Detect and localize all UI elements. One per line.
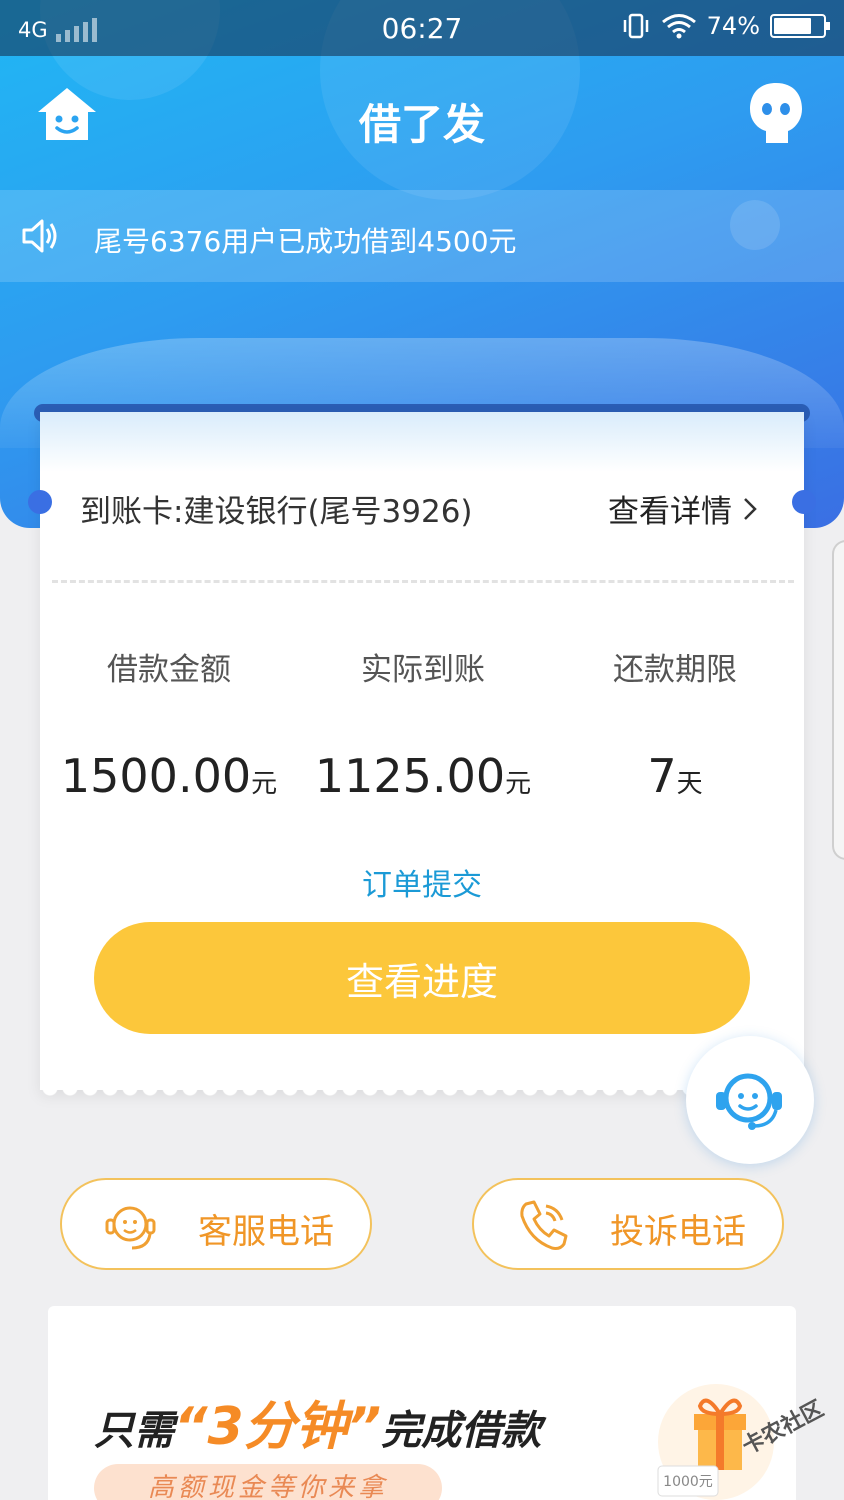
repayment-term-column: 还款期限 7天 — [548, 644, 802, 803]
nav-bar: 借了发 — [0, 56, 844, 176]
notice-bar: 尾号6376用户已成功借到4500元 — [0, 190, 844, 282]
page-title: 借了发 — [358, 100, 485, 149]
notice-text: 尾号6376用户已成功借到4500元 — [94, 225, 517, 258]
actual-amount-column: 实际到账 1125.00元 — [296, 644, 550, 803]
view-details-label: 查看详情 — [608, 494, 732, 530]
ticket-notch — [28, 490, 52, 514]
phone-icon — [520, 1200, 568, 1250]
floating-service-button[interactable] — [686, 1036, 814, 1164]
customer-service-icon — [105, 1206, 156, 1250]
wifi-icon — [661, 14, 696, 39]
speaker-icon — [22, 219, 57, 253]
battery-percent: 74% — [706, 12, 760, 40]
loan-amount-label: 借款金额 — [107, 652, 231, 688]
loan-amount-column: 借款金额 1500.00元 — [42, 644, 296, 803]
complaint-phone-button[interactable]: 投诉电话 — [472, 1178, 784, 1270]
repayment-term-value: 7天 — [647, 749, 703, 803]
gift-money-label: 1000元 — [663, 1474, 713, 1490]
robot-icon — [750, 83, 802, 143]
ticket-notch — [792, 490, 816, 514]
loan-amount-value: 1500.00元 — [60, 749, 278, 803]
status-bar: 4G 06:27 74% — [0, 0, 844, 56]
service-phone-button[interactable]: 客服电话 — [60, 1178, 372, 1270]
loan-card: 到账卡:建设银行(尾号3926) 查看详情 借款金额 1500.00元 实际到账… — [28, 412, 816, 1100]
actual-amount-label: 实际到账 — [361, 652, 485, 688]
customer-service-icon — [716, 1073, 782, 1130]
assistant-button[interactable] — [748, 81, 804, 147]
status-right: 74% — [621, 12, 830, 40]
promo-subtitle: 高额现金等你来拿 — [94, 1464, 442, 1500]
chevron-right-icon — [744, 497, 757, 520]
service-phone-label: 客服电话 — [198, 1212, 334, 1252]
receiving-card-label: 到账卡:建设银行(尾号3926) — [80, 494, 473, 530]
promo-headline: 只需“3分钟”完成借款 — [94, 1397, 542, 1457]
vibrate-icon — [623, 13, 648, 39]
promo-banner[interactable]: 只需“3分钟”完成借款 高额现金等你来拿 1000元 — [48, 1306, 796, 1500]
battery-icon — [770, 14, 830, 38]
view-progress-button[interactable]: 查看进度 — [94, 922, 750, 1034]
repayment-term-label: 还款期限 — [613, 652, 737, 688]
actual-amount-value: 1125.00元 — [314, 749, 532, 803]
side-edge-handle[interactable] — [832, 540, 844, 860]
complaint-phone-label: 投诉电话 — [610, 1212, 746, 1252]
view-details-link[interactable]: 查看详情 — [608, 486, 758, 531]
dashed-divider — [52, 580, 794, 583]
order-status: 订单提交 — [362, 868, 482, 903]
